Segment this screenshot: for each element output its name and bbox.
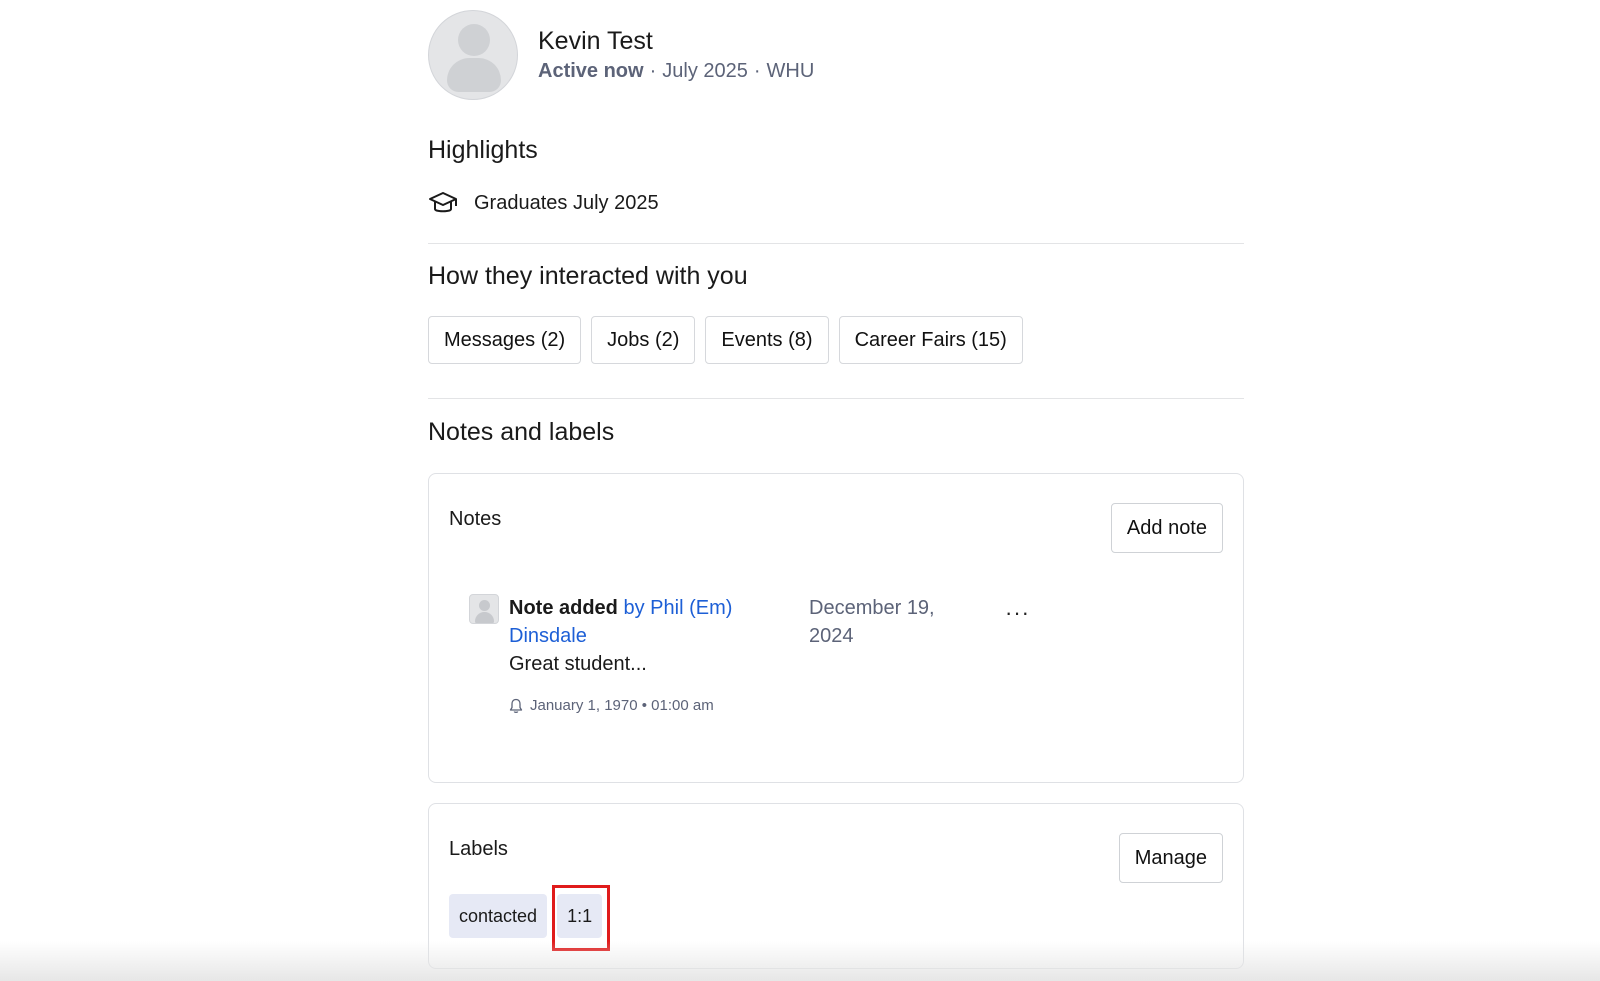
avatar-head [458,24,490,56]
chip-jobs[interactable]: Jobs (2) [591,316,696,364]
interaction-chips: Messages (2) Jobs (2) Events (8) Career … [428,316,1033,364]
chip-career-fairs[interactable]: Career Fairs (15) [838,316,1023,364]
note-more-menu-icon[interactable]: ··· [1005,600,1030,626]
school-name: WHU [766,60,815,82]
manage-labels-button[interactable]: Manage [1118,833,1223,883]
labels-card: Labels Manage contacted 1:1 [428,803,1244,969]
profile-page: Kevin Test Active now · July 2025 · WHU High… [0,0,1600,981]
chip-events[interactable]: Events (8) [705,316,829,364]
note-author-avatar [469,594,499,624]
label-tag-contacted[interactable]: contacted [449,894,548,938]
note-avatar-body [475,612,494,623]
section-divider [428,398,1244,399]
labels-title: Labels [449,838,508,860]
note-avatar-head [479,600,490,611]
profile-meta: Active now · July 2025 · WHU [538,58,814,84]
labels-list: contacted 1:1 [449,894,612,938]
note-by: by [623,597,645,619]
note-reminder: January 1, 1970 • 01:00 am [509,697,714,714]
bell-icon [509,698,523,713]
label-tag-1-1[interactable]: 1:1 [557,894,603,938]
graduation-cap-icon [429,192,457,213]
add-note-button[interactable]: Add note [1110,503,1223,553]
highlight-item: Graduates July 2025 [428,190,659,216]
note-header: Note added by Phil (Em) Dinsdale [509,594,769,650]
graduation-date: July 2025 [662,60,748,82]
profile-name: Kevin Test [538,27,653,55]
profile-header: Kevin Test Active now · July 2025 · WHU [428,10,814,100]
avatar-body [447,58,501,92]
meta-separator: · [753,60,761,82]
highlights-title: Highlights [428,136,538,164]
note-date: December 19, 2024 [809,597,935,647]
activity-status: Active now [538,60,644,82]
notes-labels-title: Notes and labels [428,418,615,446]
notes-card: Notes Add note Note added by Phil (Em) D… [428,473,1244,783]
section-divider [428,243,1244,244]
note-body: Great student... [509,653,647,675]
interactions-title: How they interacted with you [428,262,748,290]
chip-messages[interactable]: Messages (2) [428,316,582,364]
meta-separator: · [649,60,657,82]
notes-title: Notes [449,508,502,530]
profile-identity: Kevin Test Active now · July 2025 · WHU [538,26,814,84]
avatar [428,10,518,100]
highlight-text: Graduates July 2025 [474,191,659,214]
note-action: Note added [509,597,618,619]
reminder-text: January 1, 1970 • 01:00 am [530,697,714,714]
